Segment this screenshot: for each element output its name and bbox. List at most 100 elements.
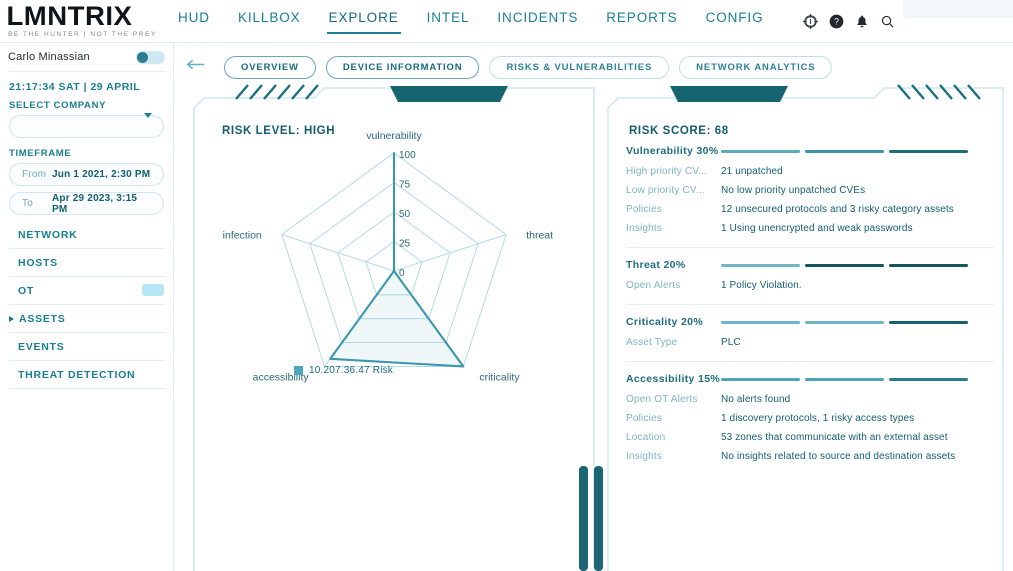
- risk-detail-key: Low priority CV...: [626, 185, 705, 196]
- risk-bar-segment: [721, 149, 800, 153]
- risk-detail-value: No low priority unpatched CVEs: [721, 185, 866, 196]
- risk-detail-value: 1 discovery protocols, 1 risky access ty…: [721, 413, 915, 424]
- risk-detail-value: 21 unpatched: [721, 166, 783, 177]
- datetime-display: 21:17:34 SAT | 29 APRIL: [9, 81, 141, 93]
- risk-section: Vulnerability 30% High priority CV... 21 u…: [626, 145, 994, 247]
- radar-axis-spoke: [393, 234, 507, 272]
- sidebar-item-label: OT: [18, 284, 35, 297]
- risk-detail-row: High priority CV... 21 unpatched: [626, 166, 994, 177]
- risk-detail-row: Policies 1 discovery protocols, 1 risky a…: [626, 413, 994, 424]
- risk-section: Threat 20% Open Alerts 1 Policy Violation.: [626, 247, 994, 304]
- ot-badge[interactable]: [142, 284, 164, 296]
- risk-score-bars: [721, 263, 994, 267]
- right-panel-title: RISK SCORE: 68: [629, 125, 729, 137]
- risk-detail-value: 1 Policy Violation.: [721, 280, 802, 291]
- sidebar-item-assets[interactable]: ASSETS: [9, 305, 164, 333]
- help-icon[interactable]: ?: [829, 14, 844, 29]
- risk-detail-value: No insights related to source and destin…: [721, 451, 956, 462]
- legend-swatch: [294, 366, 303, 375]
- sidebar-item-hosts[interactable]: HOSTS: [9, 249, 164, 277]
- select-company-dropdown[interactable]: [9, 112, 164, 138]
- panels-area: 0 25 50 75 100 vulnerability threat criticality…: [174, 83, 1013, 571]
- left-panel-corner: [193, 97, 314, 109]
- risk-detail-key: Insights: [626, 451, 663, 462]
- select-company-label: SELECT COMPANY: [9, 100, 107, 111]
- nav-item-hud[interactable]: HUD: [164, 0, 224, 43]
- top-bar-icons: ?: [793, 0, 895, 43]
- nav-item-killbox[interactable]: KILLBOX: [224, 0, 315, 43]
- tab-network-analytics[interactable]: NETWORK ANALYTICS: [679, 55, 833, 79]
- risk-detail-key: Policies: [626, 413, 663, 424]
- bell-icon[interactable]: [855, 14, 869, 29]
- nav-item-intel[interactable]: INTEL: [413, 0, 484, 43]
- main-navigation: HUD KILLBOX EXPLORE INTEL INCIDENTS REPORTS CO…: [164, 0, 793, 43]
- search-icon[interactable]: [880, 14, 895, 29]
- risk-bar-segment: [889, 320, 968, 324]
- risk-bar-segment: [805, 377, 884, 381]
- chevron-down-icon: [144, 112, 152, 136]
- risk-section-header: Threat 20%: [626, 259, 994, 271]
- logo[interactable]: LMNTRIX BE THE HUNTER | NOT THE PREY: [0, 0, 164, 39]
- logo-wordmark: LMNTRIX: [6, 1, 133, 31]
- risk-bar-segment: [721, 320, 800, 324]
- user-status-toggle[interactable]: [136, 50, 165, 64]
- risk-section-header: Criticality 20%: [626, 316, 994, 328]
- risk-bar-segment: [889, 377, 968, 381]
- risk-detail-value: 1 Using unencrypted and weak passwords: [721, 223, 913, 234]
- risk-bar-segment: [805, 320, 884, 324]
- risk-section-name: Criticality 20%: [626, 316, 704, 328]
- left-panel-title: RISK LEVEL: HIGH: [222, 125, 336, 137]
- right-panel-notch: [670, 86, 788, 102]
- tab-overview[interactable]: OVERVIEW: [224, 55, 316, 79]
- radar-category-label: criticality: [479, 371, 520, 383]
- sidebar-item-events[interactable]: EVENTS: [9, 333, 164, 361]
- sidebar-item-ot[interactable]: OT: [9, 277, 164, 305]
- hash-decoration-left: [235, 84, 319, 100]
- toggle-knob: [137, 51, 148, 63]
- risk-section: Criticality 20% Asset Type PLC: [626, 304, 994, 361]
- nav-item-reports[interactable]: REPORTS: [592, 0, 691, 43]
- expand-triangle-icon: [9, 315, 14, 322]
- timeframe-from-field[interactable]: From Jun 1 2021, 2:30 PM: [9, 163, 164, 186]
- risk-detail-value: 12 unsecured protocols and 3 risky categ…: [721, 204, 954, 215]
- sidebar-item-network[interactable]: NETWORK: [9, 221, 164, 249]
- top-bar: LMNTRIX BE THE HUNTER | NOT THE PREY HUD…: [0, 0, 1013, 43]
- bottom-accent-bar-left: [579, 466, 588, 571]
- nav-item-config[interactable]: CONFIG: [692, 0, 778, 43]
- chart-legend: 10.207.36.47 Risk: [294, 365, 393, 376]
- sidebar-item-threat-detection[interactable]: THREAT DETECTION: [9, 361, 164, 389]
- risk-bar-segment: [805, 149, 884, 153]
- gear-icon[interactable]: [803, 14, 818, 29]
- tab-risks-vulnerabilities[interactable]: RISKS & VULNERABILITIES: [489, 55, 670, 79]
- risk-score-bars: [721, 377, 994, 381]
- back-arrow-icon[interactable]: [184, 58, 214, 76]
- radar-category-label: infection: [223, 230, 262, 242]
- risk-section-header: Vulnerability 30%: [626, 145, 994, 157]
- risk-detail-key: Asset Type: [626, 337, 678, 348]
- radar-tick-label: 75: [399, 180, 411, 191]
- risk-detail-key: Insights: [626, 223, 663, 234]
- timeframe-to-field[interactable]: To Apr 29 2023, 3:15 PM: [9, 192, 164, 215]
- risk-section-name: Accessibility 15%: [626, 373, 721, 385]
- sidebar-item-label: ASSETS: [19, 312, 66, 325]
- user-row: Carlo Minassian: [8, 43, 165, 72]
- risk-detail-key: Open OT Alerts: [626, 394, 698, 405]
- risk-bar-segment: [721, 263, 800, 267]
- radar-tick-label: 25: [399, 239, 411, 250]
- search-input[interactable]: [903, 0, 1013, 18]
- bottom-accent-bar-right: [594, 466, 603, 571]
- to-value: Apr 29 2023, 3:15 PM: [52, 192, 138, 215]
- nav-item-incidents[interactable]: INCIDENTS: [483, 0, 592, 43]
- tab-device-information[interactable]: DEVICE INFORMATION: [325, 55, 480, 79]
- risk-detail-row: Asset Type PLC: [626, 337, 994, 348]
- sidebar-item-label: THREAT DETECTION: [18, 368, 136, 381]
- risk-detail-row: Insights 1 Using unencrypted and weak pas…: [626, 223, 994, 234]
- tabs-group: OVERVIEW DEVICE INFORMATION RISKS & VULNER…: [224, 55, 833, 79]
- risk-bar-segment: [889, 263, 968, 267]
- radar-category-label: threat: [526, 230, 553, 242]
- risk-detail-key: High priority CV...: [626, 166, 708, 177]
- nav-item-explore[interactable]: EXPLORE: [315, 0, 413, 43]
- risk-section-name: Threat 20%: [626, 259, 686, 271]
- risk-detail-value: PLC: [721, 337, 741, 348]
- timeframe-label: TIMEFRAME: [9, 148, 72, 159]
